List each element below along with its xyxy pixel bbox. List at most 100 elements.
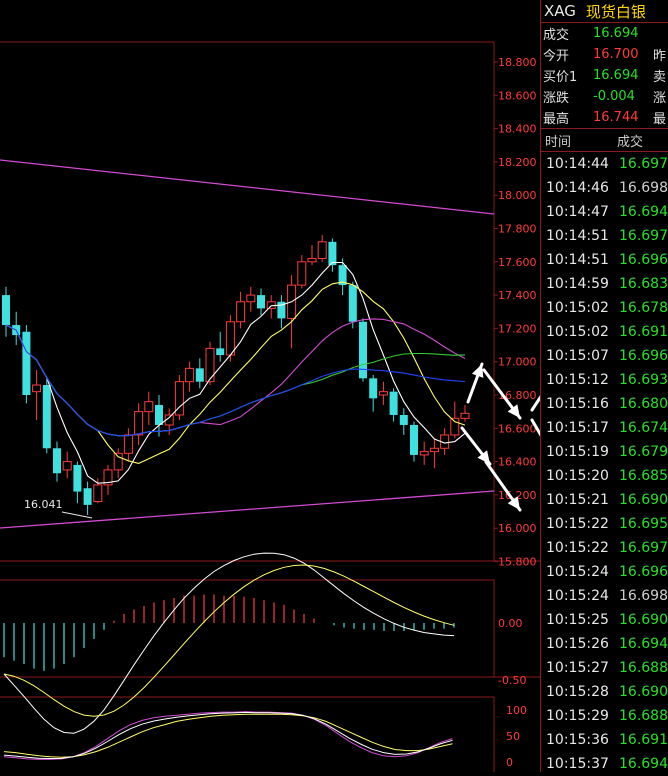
kdj-j-line — [3, 711, 453, 760]
tick-row[interactable]: 10:15:28 16.690 — [541, 680, 668, 704]
quote-label-secondary: 最 — [653, 112, 667, 127]
price-axis-label: 18.000 — [498, 189, 537, 202]
candlestick-chart[interactable]: 18.800 18.600 18.400 18.200 18.000 17.800 17.6… — [0, 0, 540, 772]
kdj-axis-label: 50 — [506, 730, 520, 743]
candle-body — [297, 261, 307, 286]
quote-label-secondary: 涨 — [653, 91, 667, 106]
tick-row[interactable]: 10:14:59 16.683 — [541, 272, 668, 296]
tick-row[interactable]: 10:15:36 16.691 — [541, 728, 668, 752]
quote-row: 买价1 16.694 卖 — [541, 65, 668, 86]
tick-row[interactable]: 10:15:25 16.690 — [541, 608, 668, 632]
tick-price: 16.696 — [619, 252, 668, 268]
tick-price: 16.691 — [619, 732, 668, 748]
ticks-list[interactable]: 10:14:44 16.697 10:14:46 16.698 10:14:47 16.6… — [541, 152, 668, 776]
ma5-line — [5, 261, 466, 484]
tick-time: 10:14:46 — [546, 180, 609, 196]
tick-price: 16.694 — [619, 636, 668, 652]
instrument-symbol: XAG — [544, 2, 576, 20]
quote-box: 成交 16.694 今开 16.700 昨买价1 16.694 卖涨跌 -0.004 涨最高 16… — [541, 23, 668, 128]
tick-price: 16.688 — [619, 708, 668, 724]
tick-row[interactable]: 10:15:22 16.695 — [541, 512, 668, 536]
tick-row[interactable]: 10:15:29 16.688 — [541, 704, 668, 728]
tick-row[interactable]: 10:14:51 16.697 — [541, 224, 668, 248]
tick-time: 10:15:12 — [546, 372, 609, 388]
tick-time: 10:14:44 — [546, 156, 609, 172]
price-axis-label: 15.800 — [498, 556, 537, 569]
tick-row[interactable]: 10:15:24 16.698 — [541, 584, 668, 608]
candle-body — [62, 461, 72, 471]
kdj-d-line — [3, 713, 453, 758]
tick-price: 16.674 — [619, 420, 668, 436]
tick-price: 16.690 — [619, 612, 668, 628]
low-price-label: 16.041 — [24, 498, 63, 511]
tick-price: 16.696 — [619, 564, 668, 580]
tick-row[interactable]: 10:15:26 16.694 — [541, 632, 668, 656]
tick-row[interactable]: 10:14:44 16.697 — [541, 152, 668, 176]
tick-row[interactable]: 10:15:24 16.696 — [541, 560, 668, 584]
tick-price: 16.688 — [619, 660, 668, 676]
tick-price: 16.690 — [619, 684, 668, 700]
kdj-axis-label: 100 — [506, 704, 527, 717]
tick-time: 10:15:36 — [546, 732, 609, 748]
tick-price: 16.696 — [619, 348, 668, 364]
candle-body — [32, 384, 42, 393]
tick-price: 16.697 — [619, 540, 668, 556]
candle-body — [429, 447, 439, 453]
tick-row[interactable]: 10:15:20 16.685 — [541, 464, 668, 488]
tick-time: 10:15:17 — [546, 420, 609, 436]
tick-price: 16.693 — [619, 372, 668, 388]
tick-row[interactable]: 10:15:17 16.674 — [541, 416, 668, 440]
macd-axis-label: -0.50 — [498, 674, 526, 687]
tick-price: 16.685 — [619, 468, 668, 484]
quote-label-secondary: 卖 — [653, 70, 667, 85]
ma20-line — [5, 318, 466, 437]
tick-row[interactable]: 10:14:51 16.696 — [541, 248, 668, 272]
tick-row[interactable]: 10:14:46 16.698 — [541, 176, 668, 200]
price-axis-label: 16.400 — [498, 456, 537, 469]
quote-label: 涨跌 — [543, 91, 570, 106]
tick-price: 16.698 — [619, 588, 668, 604]
candle-body — [2, 295, 10, 326]
price-axis-label: 17.800 — [498, 223, 537, 236]
price-axis-label: 17.200 — [498, 322, 537, 335]
ticks-header-price: 成交 — [617, 134, 644, 150]
tick-row[interactable]: 10:15:27 16.688 — [541, 656, 668, 680]
tick-time: 10:15:28 — [546, 684, 609, 700]
tick-time: 10:14:51 — [546, 252, 609, 268]
tick-time: 10:15:22 — [546, 516, 609, 532]
price-axis-label: 18.600 — [498, 89, 537, 102]
ticks-header: 时间 成交 — [541, 128, 668, 152]
tick-row[interactable]: 10:14:47 16.694 — [541, 200, 668, 224]
tick-time: 10:15:20 — [546, 468, 609, 484]
tick-price: 16.695 — [619, 516, 668, 532]
tick-row[interactable]: 10:15:07 16.696 — [541, 344, 668, 368]
chart-area[interactable]: 18.800 18.600 18.400 18.200 18.000 17.800 17.6… — [0, 0, 540, 772]
tick-price: 16.690 — [619, 492, 668, 508]
candle-body — [410, 424, 418, 455]
ticks-header-time: 时间 — [545, 134, 572, 150]
tick-time: 10:15:25 — [546, 612, 609, 628]
candle-body — [369, 378, 378, 399]
tick-row[interactable]: 10:15:19 16.679 — [541, 440, 668, 464]
upper-trendline — [0, 159, 495, 215]
tick-price: 16.679 — [619, 444, 668, 460]
tick-row[interactable]: 10:15:37 16.694 — [541, 752, 668, 776]
quote-label: 买价1 — [543, 70, 578, 85]
tick-row[interactable]: 10:15:16 16.680 — [541, 392, 668, 416]
candle-body — [236, 301, 246, 323]
candle-body — [195, 368, 204, 382]
tick-time: 10:15:24 — [546, 588, 609, 604]
tick-row[interactable]: 10:15:22 16.697 — [541, 536, 668, 560]
candle-body — [378, 391, 388, 396]
tick-row[interactable]: 10:15:21 16.690 — [541, 488, 668, 512]
tick-time: 10:15:37 — [546, 756, 609, 772]
candle-body — [389, 391, 398, 415]
tick-row[interactable]: 10:15:12 16.693 — [541, 368, 668, 392]
tick-row[interactable]: 10:15:02 16.691 — [541, 320, 668, 344]
candle-body — [460, 412, 470, 419]
tick-time: 10:15:26 — [546, 636, 609, 652]
tick-row[interactable]: 10:15:02 16.678 — [541, 296, 668, 320]
candle-body — [419, 451, 429, 456]
kdj-k-line — [3, 711, 453, 760]
tick-price: 16.697 — [619, 156, 668, 172]
